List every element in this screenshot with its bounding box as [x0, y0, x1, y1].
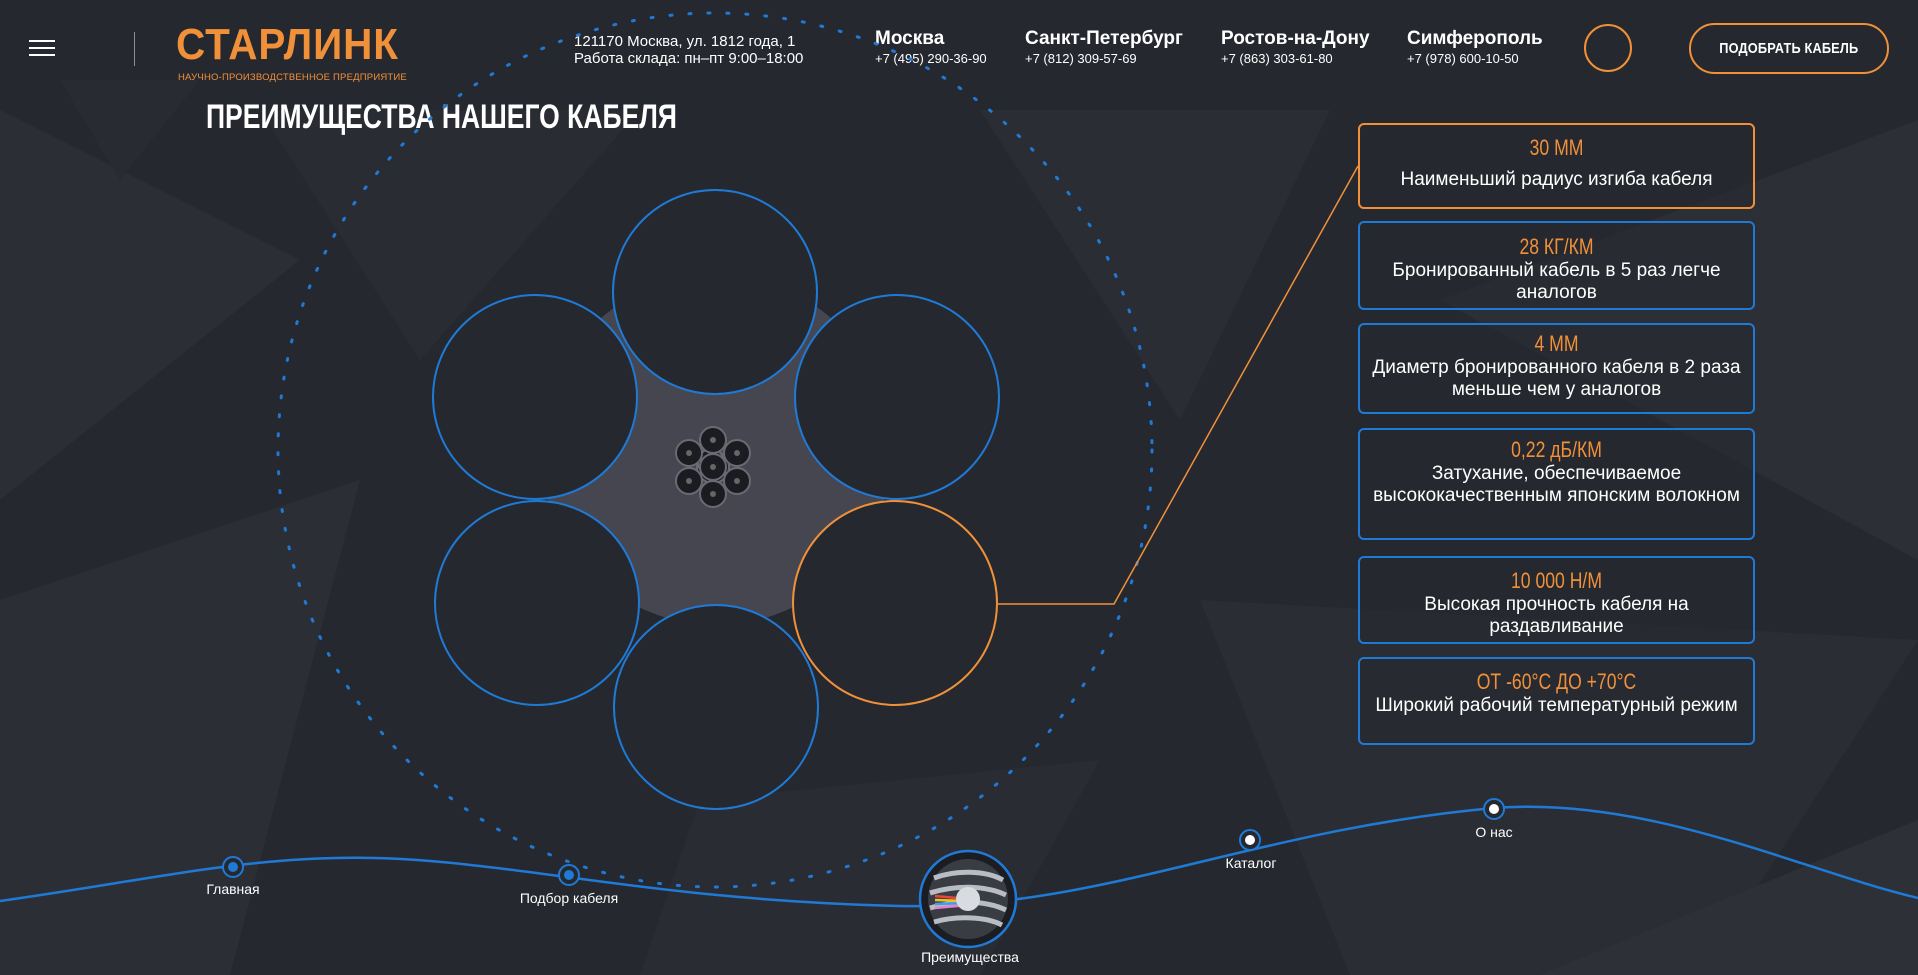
advantage-card-bend-radius[interactable]: 30 ММ Наименьший радиус изгиба кабеля: [1358, 123, 1755, 209]
nav-dot-catalog[interactable]: [1239, 829, 1261, 851]
fiber-core: [710, 491, 716, 497]
callout-line: [998, 165, 1359, 605]
nav-dot-home[interactable]: [222, 856, 244, 878]
advantage-text: Наименьший радиус изгиба кабеля: [1400, 169, 1713, 190]
advantage-text: Высокая прочность кабеля на раздавливани…: [1424, 594, 1689, 637]
advantage-card-attenuation[interactable]: 0,22 дБ/КМ Затухание, обеспечиваемое выс…: [1358, 428, 1755, 540]
advantage-text: Бронированный кабель в 5 раз легче анало…: [1392, 260, 1721, 303]
armor-wire[interactable]: [613, 604, 819, 810]
nav-item-advantages[interactable]: Преимущества: [921, 949, 1019, 965]
armor-wire[interactable]: [794, 294, 1000, 500]
advantage-text: Широкий рабочий температурный режим: [1375, 695, 1738, 716]
advantage-value: 10 000 Н/М: [1511, 568, 1602, 593]
nav-item-catalog[interactable]: Каталог: [1226, 855, 1277, 871]
nav-current-cable-thumbnail[interactable]: [918, 849, 1018, 949]
nav-dot-about[interactable]: [1483, 798, 1505, 820]
fiber-core: [734, 450, 740, 456]
armor-wire-active[interactable]: [792, 500, 998, 706]
fiber-core: [734, 478, 740, 484]
fiber-core: [710, 437, 716, 443]
advantage-text: Диаметр бронированного кабеля в 2 раза м…: [1372, 357, 1741, 400]
nav-item-cable-selection[interactable]: Подбор кабеля: [520, 890, 618, 906]
advantage-card-diameter[interactable]: 4 ММ Диаметр бронированного кабеля в 2 р…: [1358, 323, 1755, 414]
fiber-core: [686, 478, 692, 484]
advantage-value: 0,22 дБ/КМ: [1511, 437, 1602, 462]
advantage-value: 4 ММ: [1534, 331, 1579, 356]
advantage-value: 28 КГ/КМ: [1519, 234, 1594, 259]
nav-dot-cable-selection[interactable]: [558, 864, 580, 886]
nav-item-home[interactable]: Главная: [206, 881, 259, 897]
advantage-text: Затухание, обеспечиваемое высококачестве…: [1373, 463, 1740, 506]
armor-wire[interactable]: [612, 189, 818, 395]
armor-wire[interactable]: [432, 294, 638, 500]
advantage-value: 30 ММ: [1529, 135, 1584, 160]
advantage-card-weight[interactable]: 28 КГ/КМ Бронированный кабель в 5 раз ле…: [1358, 221, 1755, 310]
advantage-card-strength[interactable]: 10 000 Н/М Высокая прочность кабеля на р…: [1358, 556, 1755, 644]
advantage-card-temperature[interactable]: ОТ -60°С ДО +70°С Широкий рабочий темпер…: [1358, 657, 1755, 745]
fiber-core: [686, 450, 692, 456]
armor-wire[interactable]: [434, 500, 640, 706]
advantage-value: ОТ -60°С ДО +70°С: [1476, 669, 1637, 694]
nav-item-about[interactable]: О нас: [1475, 824, 1512, 840]
fiber-core: [710, 464, 716, 470]
